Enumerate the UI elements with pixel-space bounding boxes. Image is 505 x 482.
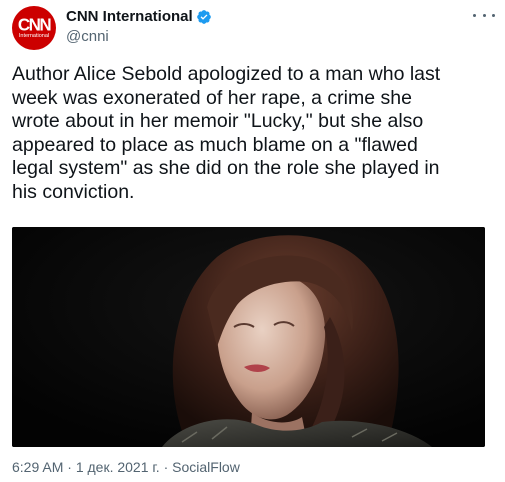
tweet-meta: 6:29 AM · 1 дек. 2021 г. · SocialFlow	[12, 459, 240, 475]
meta-separator-2: ·	[159, 459, 173, 475]
tweet-source[interactable]: SocialFlow	[172, 459, 240, 475]
account-handle[interactable]: @cnni	[66, 27, 212, 46]
tweet-time[interactable]: 6:29 AM	[12, 459, 63, 475]
meta-separator-1: ·	[63, 459, 76, 475]
tweet-card: CNN International CNN International @cnn…	[0, 0, 505, 482]
tweet-text: Author Alice Sebold apologized to a man …	[12, 63, 441, 203]
account-header: CNN International @cnni	[66, 7, 212, 46]
verified-badge-icon	[196, 9, 212, 25]
avatar-logo-text: CNN	[17, 14, 52, 34]
tweet-photo[interactable]	[12, 227, 485, 447]
tweet-date[interactable]: 1 дек. 2021 г.	[76, 459, 160, 475]
portrait-photo	[12, 227, 485, 447]
more-options-icon[interactable]	[473, 8, 495, 22]
name-row: CNN International	[66, 7, 212, 26]
avatar[interactable]: CNN International	[12, 6, 56, 50]
display-name[interactable]: CNN International	[66, 8, 193, 25]
